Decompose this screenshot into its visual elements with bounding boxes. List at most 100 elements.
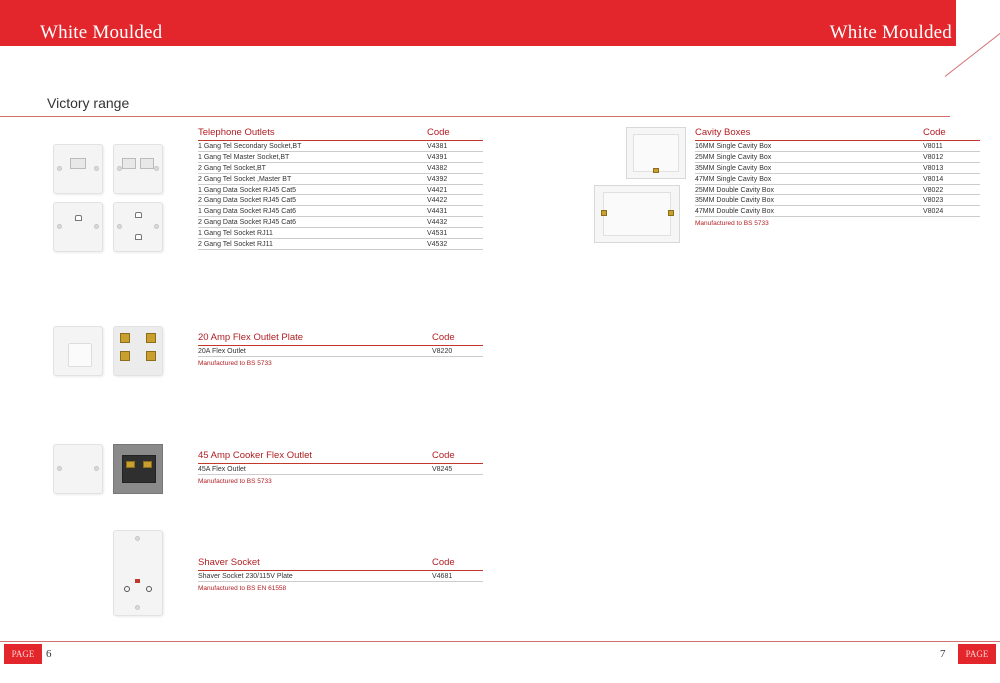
product-image-cooker-rear xyxy=(113,444,163,494)
screw-icon xyxy=(57,466,62,471)
screw-icon xyxy=(154,166,159,171)
section-header: 45 Amp Cooker Flex Outlet Code xyxy=(198,450,483,464)
product-image-flex-rear xyxy=(113,326,163,376)
row-desc: 2 Gang Tel Socket RJ11 xyxy=(198,241,273,249)
data-jack-icon xyxy=(135,234,142,240)
row-code: V4531 xyxy=(427,230,448,238)
table-row: 1 Gang Data Socket RJ45 Cat6 V4431 xyxy=(198,206,483,218)
table-row: 35MM Single Cavity Box V8013 xyxy=(695,163,980,174)
screw-icon xyxy=(57,224,62,229)
table-row: 25MM Single Cavity Box V8012 xyxy=(695,152,980,163)
screw-icon xyxy=(57,166,62,171)
table-row: 45A Flex Outlet V8245 xyxy=(198,464,483,475)
row-code: V8013 xyxy=(923,164,944,172)
product-image-cooker-plate xyxy=(53,444,103,494)
row-desc: 1 Gang Data Socket RJ45 Cat6 xyxy=(198,208,297,216)
row-desc: 1 Gang Tel Secondary Socket,BT xyxy=(198,143,302,150)
tel-port-icon xyxy=(122,158,136,169)
code-header: Code xyxy=(432,557,455,568)
product-image-double-cavity-box xyxy=(594,185,680,243)
page-number-right: 7 xyxy=(940,648,946,660)
row-code: V8022 xyxy=(923,186,944,194)
page-tab-left: PAGE xyxy=(4,644,42,664)
row-code: V4382 xyxy=(427,164,448,172)
table-row: 1 Gang Tel Socket RJ11 V4531 xyxy=(198,228,483,240)
row-code: V8024 xyxy=(923,208,944,216)
flex-cover xyxy=(68,343,92,367)
tel-port-icon xyxy=(70,158,86,169)
fixing-lug-icon xyxy=(653,168,659,173)
row-code: V4532 xyxy=(427,241,448,249)
product-image-rj45-single xyxy=(53,202,103,252)
indicator-icon xyxy=(135,579,140,583)
code-header: Code xyxy=(923,127,946,138)
row-desc: 2 Gang Tel Socket ,Master BT xyxy=(198,175,292,183)
row-code: V4391 xyxy=(427,153,448,161)
code-header: Code xyxy=(427,127,450,138)
terminal-icon xyxy=(146,351,156,361)
product-image-tel-double xyxy=(113,144,163,194)
telephone-outlets-section: Telephone Outlets Code 1 Gang Tel Second… xyxy=(198,127,483,250)
row-desc: 25MM Double Cavity Box xyxy=(695,186,774,194)
row-code: V8245 xyxy=(432,466,453,473)
row-code: V8023 xyxy=(923,197,944,205)
row-desc: 2 Gang Tel Socket,BT xyxy=(198,164,266,172)
row-code: V4421 xyxy=(427,186,448,194)
row-desc: 25MM Single Cavity Box xyxy=(695,153,772,161)
header-title-left: White Moulded xyxy=(40,22,163,43)
cavity-boxes-section: Cavity Boxes Code 16MM Single Cavity Box… xyxy=(695,127,980,227)
table-row: 25MM Double Cavity Box V8022 xyxy=(695,185,980,196)
table-row: 2 Gang Tel Socket,BT V4382 xyxy=(198,163,483,174)
code-header: Code xyxy=(432,332,455,343)
socket-pin-icon xyxy=(124,586,130,592)
section-title: Shaver Socket xyxy=(198,557,260,568)
terminal-icon xyxy=(126,461,135,468)
tel-port-icon xyxy=(140,158,154,169)
table-row: 1 Gang Tel Master Socket,BT V4391 xyxy=(198,152,483,163)
section-header: Shaver Socket Code xyxy=(198,557,483,571)
standard-note: Manufactured to BS 5733 xyxy=(198,477,272,485)
screw-icon xyxy=(117,224,122,229)
row-desc: 2 Gang Data Socket RJ45 Cat5 xyxy=(198,197,297,205)
row-code: V4381 xyxy=(427,143,448,150)
data-jack-icon xyxy=(75,215,82,221)
flex20-section: 20 Amp Flex Outlet Plate Code 20A Flex O… xyxy=(198,332,483,367)
row-code: V4431 xyxy=(427,208,448,216)
box-interior xyxy=(633,134,679,172)
screw-icon xyxy=(135,605,140,610)
row-desc: 45A Flex Outlet xyxy=(198,466,246,473)
row-code: V8220 xyxy=(432,348,453,355)
row-desc: 16MM Single Cavity Box xyxy=(695,143,772,150)
table-row: 47MM Double Cavity Box V8024 xyxy=(695,206,980,218)
table-row: Shaver Socket 230/115V Plate V4681 xyxy=(198,571,483,582)
table-row: 2 Gang Data Socket RJ45 Cat6 V4432 xyxy=(198,217,483,229)
standard-note: Manufactured to BS 5733 xyxy=(695,220,769,228)
terminal-icon xyxy=(146,333,156,343)
table-row: 2 Gang Tel Socket RJ11 V4532 xyxy=(198,239,483,250)
row-desc: 47MM Double Cavity Box xyxy=(695,208,774,216)
table-row: 20A Flex Outlet V8220 xyxy=(198,346,483,357)
terminal-icon xyxy=(120,333,130,343)
screw-icon xyxy=(94,224,99,229)
cooker45-section: 45 Amp Cooker Flex Outlet Code 45A Flex … xyxy=(198,450,483,485)
row-desc: Shaver Socket 230/115V Plate xyxy=(198,573,293,580)
screw-icon xyxy=(135,536,140,541)
fixing-lug-icon xyxy=(668,210,674,216)
row-code: V8014 xyxy=(923,175,944,183)
section-title: 20 Amp Flex Outlet Plate xyxy=(198,332,304,343)
section-header: 20 Amp Flex Outlet Plate Code xyxy=(198,332,483,346)
section-title: Telephone Outlets xyxy=(198,127,275,138)
range-rule xyxy=(0,116,950,117)
section-header: Cavity Boxes Code xyxy=(695,127,980,141)
telephone-rows: 1 Gang Tel Secondary Socket,BT V4381 1 Ga… xyxy=(198,141,483,250)
code-header: Code xyxy=(432,450,455,461)
terminal-icon xyxy=(120,351,130,361)
table-row: 47MM Single Cavity Box V8014 xyxy=(695,174,980,185)
screw-icon xyxy=(154,224,159,229)
section-title: 45 Amp Cooker Flex Outlet xyxy=(198,450,313,461)
row-desc: 1 Gang Tel Socket RJ11 xyxy=(198,230,273,238)
row-code: V4422 xyxy=(427,197,448,205)
table-row: 2 Gang Data Socket RJ45 Cat5 V4422 xyxy=(198,195,483,207)
range-title: Victory range xyxy=(47,95,130,111)
row-code: V4432 xyxy=(427,219,448,227)
